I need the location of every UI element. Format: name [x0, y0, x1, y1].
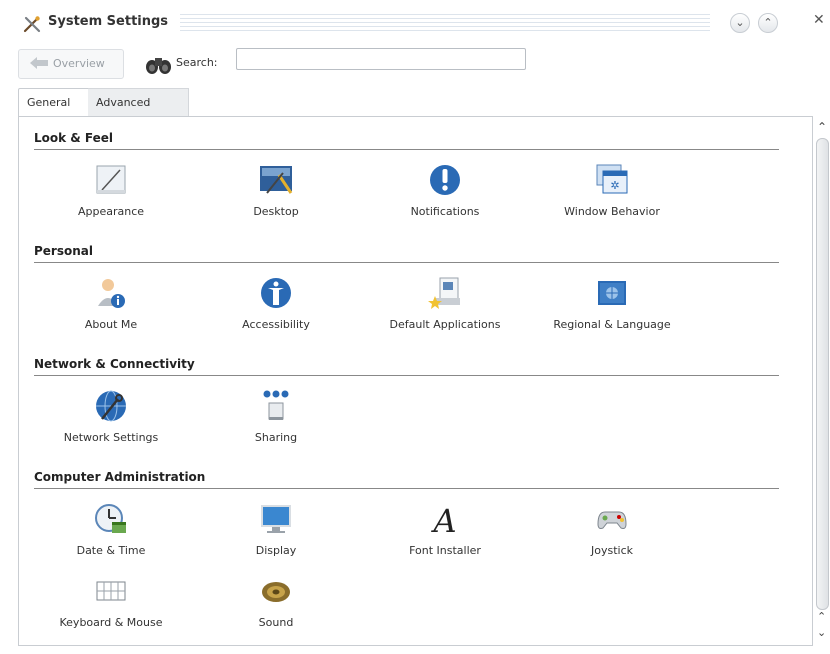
- scroll-down-icon[interactable]: ⌄: [817, 626, 826, 639]
- item-label: Joystick: [590, 544, 633, 557]
- item-date-time[interactable]: Date & Time: [36, 502, 186, 557]
- item-appearance[interactable]: Appearance: [36, 163, 186, 218]
- default-applications-icon: [428, 277, 460, 309]
- search-input[interactable]: [236, 48, 526, 70]
- accessibility-icon: [261, 278, 291, 308]
- notifications-icon: [430, 165, 460, 195]
- close-button[interactable]: ✕: [813, 12, 825, 28]
- close-icon: ✕: [813, 12, 825, 28]
- binoculars-icon: [146, 58, 171, 74]
- item-label: Sharing: [254, 431, 298, 444]
- item-desktop[interactable]: Desktop: [201, 163, 351, 218]
- item-network-settings[interactable]: Network Settings: [36, 389, 186, 444]
- item-accessibility[interactable]: Accessibility: [201, 276, 351, 331]
- item-label: Accessibility: [242, 318, 310, 331]
- window-title: System Settings: [48, 14, 169, 29]
- window-behavior-icon: ✲: [596, 164, 628, 194]
- scroll-up-small-icon[interactable]: ⌃: [817, 610, 826, 623]
- section-title-look-feel: Look & Feel: [34, 131, 779, 150]
- scroll-thumb[interactable]: [816, 138, 829, 610]
- item-keyboard-mouse[interactable]: Keyboard & Mouse: [36, 578, 186, 629]
- font-installer-icon: A: [430, 502, 456, 536]
- title-drag-area[interactable]: [180, 14, 710, 32]
- section-title-computer-administration: Computer Administration: [34, 470, 779, 489]
- item-label: Default Applications: [389, 318, 501, 331]
- item-label: About Me: [84, 318, 138, 331]
- item-label: Date & Time: [76, 544, 146, 557]
- item-joystick[interactable]: Joystick: [537, 502, 687, 557]
- overview-button[interactable]: Overview: [18, 49, 124, 79]
- item-label: Desktop: [253, 205, 299, 218]
- appearance-icon: [96, 165, 126, 194]
- keyboard-mouse-icon: [96, 581, 126, 601]
- item-label: Display: [255, 544, 297, 557]
- back-arrow-icon: [30, 57, 48, 69]
- item-label: Regional & Language: [553, 318, 671, 331]
- item-label: Sound: [258, 616, 294, 629]
- svg-text:✲: ✲: [610, 179, 619, 192]
- joystick-icon: [597, 511, 627, 529]
- date-time-icon: [95, 504, 126, 533]
- sharing-icon: [263, 390, 289, 420]
- item-label: Window Behavior: [564, 205, 660, 218]
- minimize-icon: ⌄: [735, 16, 745, 29]
- item-label: Keyboard & Mouse: [59, 616, 163, 629]
- title-bar[interactable]: System Settings ⌄ ⌃ ✕: [0, 0, 830, 44]
- item-label: Appearance: [77, 205, 145, 218]
- desktop-icon: [260, 166, 293, 194]
- item-label: Network Settings: [63, 431, 159, 444]
- item-display[interactable]: Display: [201, 502, 351, 557]
- regional-language-icon: [598, 281, 626, 305]
- vertical-scrollbar[interactable]: ⌃ ⌃ ⌄: [813, 116, 830, 646]
- display-icon: [261, 505, 291, 533]
- item-sound[interactable]: Sound: [201, 578, 351, 629]
- item-regional-language[interactable]: Regional & Language: [537, 276, 687, 331]
- item-font-installer[interactable]: A Font Installer: [370, 502, 520, 557]
- item-about-me[interactable]: About Me: [36, 276, 186, 331]
- svg-text:A: A: [430, 502, 456, 536]
- item-window-behavior[interactable]: ✲ Window Behavior: [537, 163, 687, 218]
- item-sharing[interactable]: Sharing: [201, 389, 351, 444]
- section-title-network-connectivity: Network & Connectivity: [34, 357, 779, 376]
- system-settings-icon: [23, 16, 41, 33]
- item-default-applications[interactable]: Default Applications: [370, 276, 520, 331]
- maximize-button[interactable]: ⌃: [758, 13, 778, 33]
- item-notifications[interactable]: Notifications: [370, 163, 520, 218]
- section-title-personal: Personal: [34, 244, 779, 263]
- sound-icon: [262, 582, 290, 602]
- network-settings-icon: [96, 390, 126, 422]
- search-label: Search:: [176, 56, 218, 69]
- minimize-button[interactable]: ⌄: [730, 13, 750, 33]
- maximize-icon: ⌃: [763, 16, 773, 29]
- about-me-icon: [98, 279, 125, 308]
- item-label: Font Installer: [409, 544, 481, 557]
- scroll-up-icon[interactable]: ⌃: [817, 120, 827, 134]
- item-label: Notifications: [410, 205, 480, 218]
- overview-label: Overview: [53, 57, 105, 70]
- tab-advanced[interactable]: Advanced: [88, 88, 189, 117]
